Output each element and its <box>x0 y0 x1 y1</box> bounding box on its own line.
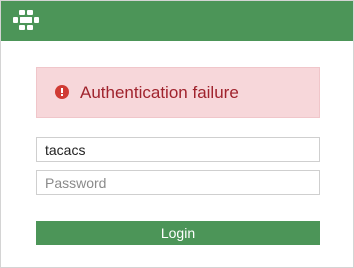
password-field[interactable] <box>36 170 320 195</box>
auth-error-alert: Authentication failure <box>36 67 320 118</box>
login-button[interactable]: Login <box>36 221 320 245</box>
username-field[interactable] <box>36 137 320 162</box>
alert-message: Authentication failure <box>80 83 239 102</box>
error-exclamation-icon <box>55 85 69 99</box>
header-bar <box>1 1 353 41</box>
fortinet-logo-icon <box>13 10 39 30</box>
login-panel: Authentication failure Login <box>0 0 354 268</box>
